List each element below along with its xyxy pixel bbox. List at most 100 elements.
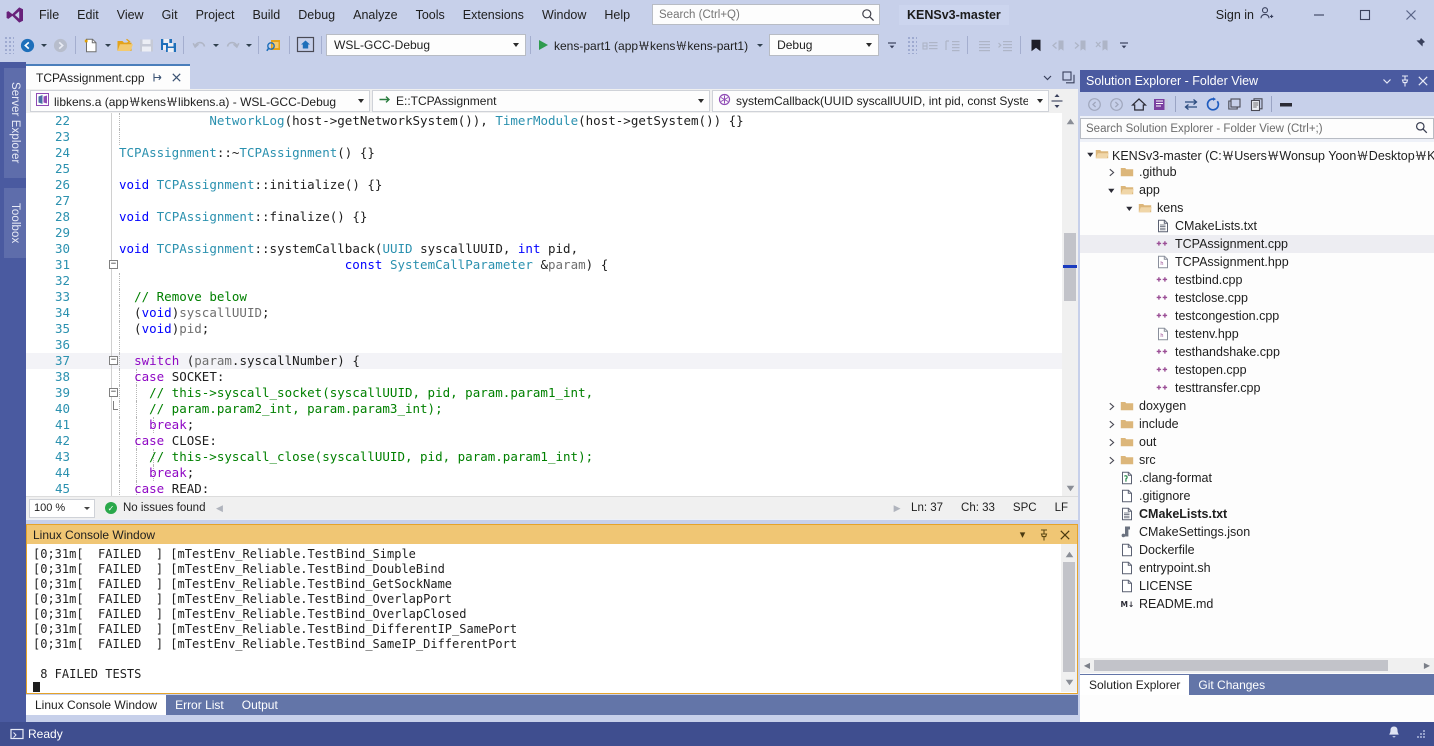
code-editor[interactable]: 22 NetworkLog(host->getNetworkSystem()),… bbox=[26, 113, 1078, 496]
chevron-right-icon[interactable] bbox=[1104, 433, 1118, 451]
se-hscroll-left-icon[interactable]: ◀ bbox=[1080, 661, 1094, 670]
maximize-button[interactable] bbox=[1342, 0, 1388, 30]
code-line[interactable]: 33 // Remove below bbox=[26, 289, 1078, 305]
chevron-down-icon[interactable] bbox=[1086, 145, 1095, 163]
se-hscroll-thumb[interactable] bbox=[1094, 660, 1388, 671]
new-project-button[interactable] bbox=[80, 33, 102, 57]
code-line[interactable]: 25 bbox=[26, 161, 1078, 177]
find-in-files-button[interactable] bbox=[263, 33, 285, 57]
code-line[interactable]: 32 bbox=[26, 273, 1078, 289]
code-line[interactable]: 39 − // this->syscall_socket(syscallUUID,… bbox=[26, 385, 1078, 401]
fold-toggle-icon[interactable]: − bbox=[109, 388, 118, 397]
console-scroll-down-icon[interactable] bbox=[1065, 675, 1074, 689]
code-line[interactable]: 36 bbox=[26, 337, 1078, 353]
search-input[interactable] bbox=[659, 8, 861, 21]
platform-combo[interactable]: Debug bbox=[769, 34, 880, 56]
scroll-up-icon[interactable] bbox=[1062, 113, 1078, 129]
toggle-bookmark-button[interactable] bbox=[1025, 33, 1047, 57]
tree-item[interactable]: Dockerfile bbox=[1080, 541, 1434, 559]
se-horizontal-scrollbar[interactable]: ◀ ▶ bbox=[1080, 658, 1434, 673]
close-tab-icon[interactable] bbox=[170, 71, 183, 84]
sidebar-item-server-explorer[interactable]: Server Explorer bbox=[4, 68, 26, 178]
tree-item[interactable]: include bbox=[1080, 415, 1434, 433]
toolbar-pin-icon[interactable] bbox=[1412, 37, 1434, 54]
tree-item[interactable]: src bbox=[1080, 451, 1434, 469]
se-sync-with-active-document-button[interactable] bbox=[1180, 94, 1201, 115]
se-hscroll-right-icon[interactable]: ▶ bbox=[1420, 661, 1434, 670]
new-project-dropdown[interactable] bbox=[102, 44, 113, 47]
se-pin-icon[interactable] bbox=[1396, 71, 1414, 91]
code-line[interactable]: 30 void TCPAssignment::systemCallback(UUI… bbox=[26, 241, 1078, 257]
solution-explorer-search[interactable]: Search Solution Explorer - Folder View (… bbox=[1080, 118, 1434, 139]
open-file-button[interactable] bbox=[113, 33, 135, 57]
active-files-dropdown-icon[interactable] bbox=[1038, 67, 1057, 88]
fold-toggle-icon[interactable]: − bbox=[109, 260, 118, 269]
code-line[interactable]: 29 bbox=[26, 225, 1078, 241]
se-tab-solution-explorer[interactable]: Solution Explorer bbox=[1080, 674, 1190, 695]
tree-item[interactable]: .github bbox=[1080, 163, 1434, 181]
type-scope-combo[interactable]: E::TCPAssignment bbox=[372, 90, 710, 112]
menu-item-edit[interactable]: Edit bbox=[68, 0, 108, 30]
console-close-icon[interactable] bbox=[1054, 526, 1075, 543]
code-line[interactable]: 26 void TCPAssignment::initialize() {} bbox=[26, 177, 1078, 193]
debug-toolbar-grip[interactable] bbox=[907, 36, 918, 54]
tree-item[interactable]: app bbox=[1080, 181, 1434, 199]
bookmark-overflow-button[interactable] bbox=[1113, 33, 1135, 57]
build-configuration-combo[interactable]: WSL-GCC-Debug bbox=[326, 34, 526, 56]
hscroll-right-icon[interactable]: ▶ bbox=[891, 501, 903, 515]
restore-editor-icon[interactable] bbox=[1059, 67, 1078, 88]
code-line[interactable]: 41 break; bbox=[26, 417, 1078, 433]
menu-item-project[interactable]: Project bbox=[187, 0, 244, 30]
project-context-combo[interactable]: libkens.a (app￦kens￦libkens.a) - WSL-GCC… bbox=[30, 90, 370, 112]
sign-in-button[interactable]: Sign in bbox=[1216, 0, 1274, 30]
tree-item[interactable]: kens bbox=[1080, 199, 1434, 217]
code-line[interactable]: 22 NetworkLog(host->getNetworkSystem()),… bbox=[26, 113, 1078, 129]
se-close-icon[interactable] bbox=[1414, 71, 1432, 91]
tree-item[interactable]: CMakeSettings.json bbox=[1080, 523, 1434, 541]
code-line[interactable]: 37 − switch (param.syscallNumber) { bbox=[26, 353, 1078, 369]
code-line[interactable]: 40 // param.param2_int, param.param3_int… bbox=[26, 401, 1078, 417]
redo-dropdown[interactable] bbox=[243, 44, 254, 47]
code-line[interactable]: 43 // this->syscall_close(syscallUUID, p… bbox=[26, 449, 1078, 465]
menu-item-help[interactable]: Help bbox=[595, 0, 639, 30]
tree-item[interactable]: M↓ README.md bbox=[1080, 595, 1434, 613]
tree-item[interactable]: testhandshake.cpp bbox=[1080, 343, 1434, 361]
code-line[interactable]: 27 bbox=[26, 193, 1078, 209]
scroll-down-icon[interactable] bbox=[1062, 480, 1078, 496]
chevron-right-icon[interactable] bbox=[1104, 415, 1118, 433]
fold-toggle-icon[interactable]: − bbox=[109, 356, 118, 365]
solution-explorer-tree[interactable]: KENSv3-master (C:￦Users￦Wonsup Yoon￦Desk… bbox=[1080, 142, 1434, 743]
code-line[interactable]: 24 TCPAssignment::~TCPAssignment() {} bbox=[26, 145, 1078, 161]
tree-item[interactable]: testtransfer.cpp bbox=[1080, 379, 1434, 397]
hscroll-left-icon[interactable]: ◀ bbox=[213, 501, 225, 515]
navigate-backward-dropdown[interactable] bbox=[38, 44, 49, 47]
start-debug-button[interactable]: kens-part1 (app￦kens￦kens-part1) bbox=[535, 33, 754, 57]
resize-grip-icon[interactable] bbox=[1413, 726, 1426, 742]
code-line[interactable]: 23 bbox=[26, 129, 1078, 145]
tree-item[interactable]: testcongestion.cpp bbox=[1080, 307, 1434, 325]
code-line[interactable]: 35 (void)pid; bbox=[26, 321, 1078, 337]
console-scroll-thumb[interactable] bbox=[1063, 562, 1075, 672]
code-line[interactable]: 34 (void)syscallUUID; bbox=[26, 305, 1078, 321]
undo-dropdown[interactable] bbox=[210, 44, 221, 47]
tree-item[interactable]: entrypoint.sh bbox=[1080, 559, 1434, 577]
tree-item[interactable]: CMakeLists.txt bbox=[1080, 505, 1434, 523]
code-line[interactable]: 42 case CLOSE: bbox=[26, 433, 1078, 449]
sidebar-item-toolbox[interactable]: Toolbox bbox=[4, 188, 26, 258]
home-view-button[interactable] bbox=[294, 33, 317, 57]
se-home-button[interactable] bbox=[1128, 94, 1149, 115]
menu-item-file[interactable]: File bbox=[30, 0, 68, 30]
menu-item-build[interactable]: Build bbox=[243, 0, 289, 30]
se-properties-button[interactable] bbox=[1276, 94, 1297, 115]
tree-item[interactable]: LICENSE bbox=[1080, 577, 1434, 595]
save-all-button[interactable] bbox=[157, 33, 179, 57]
toolbar-grip[interactable] bbox=[4, 36, 14, 54]
close-button[interactable] bbox=[1388, 0, 1434, 30]
run-target-dropdown[interactable] bbox=[754, 44, 765, 47]
tree-item[interactable]: CMakeLists.txt bbox=[1080, 217, 1434, 235]
menu-item-view[interactable]: View bbox=[108, 0, 153, 30]
console-output[interactable]: [0;31m[ FAILED ] [mTestEnv_Reliable.Test… bbox=[27, 544, 1077, 692]
zoom-level-combo[interactable]: 100 % bbox=[29, 498, 95, 518]
chevron-right-icon[interactable] bbox=[1104, 397, 1118, 415]
navigate-backward-button[interactable] bbox=[16, 33, 38, 57]
